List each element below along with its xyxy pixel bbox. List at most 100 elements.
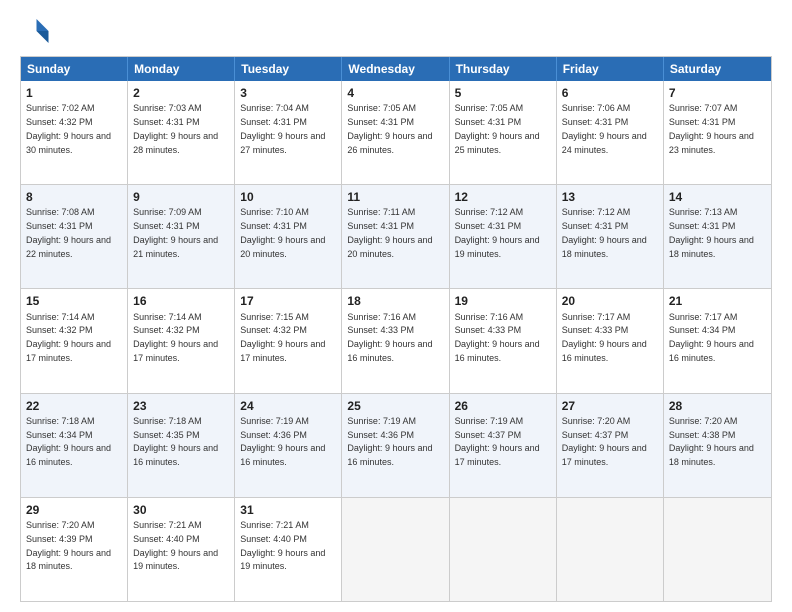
day-number: 31 — [240, 502, 336, 518]
day-info: Sunrise: 7:21 AMSunset: 4:40 PMDaylight:… — [133, 520, 218, 571]
day-number: 23 — [133, 398, 229, 414]
day-info: Sunrise: 7:08 AMSunset: 4:31 PMDaylight:… — [26, 207, 111, 258]
day-info: Sunrise: 7:18 AMSunset: 4:35 PMDaylight:… — [133, 416, 218, 467]
day-info: Sunrise: 7:20 AMSunset: 4:37 PMDaylight:… — [562, 416, 647, 467]
day-cell: 11Sunrise: 7:11 AMSunset: 4:31 PMDayligh… — [342, 185, 449, 288]
empty-cell — [664, 498, 771, 601]
day-number: 24 — [240, 398, 336, 414]
day-info: Sunrise: 7:04 AMSunset: 4:31 PMDaylight:… — [240, 103, 325, 154]
day-info: Sunrise: 7:16 AMSunset: 4:33 PMDaylight:… — [455, 312, 540, 363]
calendar-header: SundayMondayTuesdayWednesdayThursdayFrid… — [21, 57, 771, 81]
day-cell: 24 Sunrise: 7:19 AMSunset: 4:36 PMDayligh… — [235, 394, 342, 497]
day-number: 1 — [26, 85, 122, 101]
day-cell: 30 Sunrise: 7:21 AMSunset: 4:40 PMDayligh… — [128, 498, 235, 601]
weekday-header: Wednesday — [342, 57, 449, 81]
day-number: 10 — [240, 189, 336, 205]
day-cell: 5 Sunrise: 7:05 AMSunset: 4:31 PMDaylight… — [450, 81, 557, 184]
day-info: Sunrise: 7:12 AMSunset: 4:31 PMDaylight:… — [562, 207, 647, 258]
day-number: 17 — [240, 293, 336, 309]
weekday-header: Thursday — [450, 57, 557, 81]
day-info: Sunrise: 7:21 AMSunset: 4:40 PMDaylight:… — [240, 520, 325, 571]
calendar-row: 22Sunrise: 7:18 AMSunset: 4:34 PMDayligh… — [21, 393, 771, 497]
day-info: Sunrise: 7:11 AMSunset: 4:31 PMDaylight:… — [347, 207, 432, 258]
day-info: Sunrise: 7:12 AMSunset: 4:31 PMDaylight:… — [455, 207, 540, 258]
day-info: Sunrise: 7:03 AMSunset: 4:31 PMDaylight:… — [133, 103, 218, 154]
day-cell: 15Sunrise: 7:14 AMSunset: 4:32 PMDayligh… — [21, 289, 128, 392]
day-info: Sunrise: 7:19 AMSunset: 4:36 PMDaylight:… — [347, 416, 432, 467]
day-cell: 1 Sunrise: 7:02 AMSunset: 4:32 PMDaylight… — [21, 81, 128, 184]
day-number: 29 — [26, 502, 122, 518]
day-cell: 27 Sunrise: 7:20 AMSunset: 4:37 PMDayligh… — [557, 394, 664, 497]
day-cell: 28Sunrise: 7:20 AMSunset: 4:38 PMDayligh… — [664, 394, 771, 497]
day-cell: 22Sunrise: 7:18 AMSunset: 4:34 PMDayligh… — [21, 394, 128, 497]
weekday-header: Saturday — [664, 57, 771, 81]
day-number: 8 — [26, 189, 122, 205]
day-info: Sunrise: 7:13 AMSunset: 4:31 PMDaylight:… — [669, 207, 754, 258]
day-info: Sunrise: 7:10 AMSunset: 4:31 PMDaylight:… — [240, 207, 325, 258]
logo — [20, 16, 54, 46]
calendar-body: 1 Sunrise: 7:02 AMSunset: 4:32 PMDaylight… — [21, 81, 771, 601]
day-number: 25 — [347, 398, 443, 414]
day-cell: 12 Sunrise: 7:12 AMSunset: 4:31 PMDayligh… — [450, 185, 557, 288]
logo-icon — [20, 16, 50, 46]
day-number: 14 — [669, 189, 766, 205]
day-info: Sunrise: 7:19 AMSunset: 4:37 PMDaylight:… — [455, 416, 540, 467]
day-cell: 26 Sunrise: 7:19 AMSunset: 4:37 PMDayligh… — [450, 394, 557, 497]
day-number: 18 — [347, 293, 443, 309]
day-cell: 7Sunrise: 7:07 AMSunset: 4:31 PMDaylight… — [664, 81, 771, 184]
day-info: Sunrise: 7:15 AMSunset: 4:32 PMDaylight:… — [240, 312, 325, 363]
day-info: Sunrise: 7:20 AMSunset: 4:39 PMDaylight:… — [26, 520, 111, 571]
day-cell: 14 Sunrise: 7:13 AMSunset: 4:31 PMDayligh… — [664, 185, 771, 288]
day-cell: 18 Sunrise: 7:16 AMSunset: 4:33 PMDayligh… — [342, 289, 449, 392]
calendar-row: 15Sunrise: 7:14 AMSunset: 4:32 PMDayligh… — [21, 288, 771, 392]
header — [20, 16, 772, 46]
day-number: 19 — [455, 293, 551, 309]
empty-cell — [557, 498, 664, 601]
day-info: Sunrise: 7:06 AMSunset: 4:31 PMDaylight:… — [562, 103, 647, 154]
day-cell: 21 Sunrise: 7:17 AMSunset: 4:34 PMDayligh… — [664, 289, 771, 392]
day-info: Sunrise: 7:14 AMSunset: 4:32 PMDaylight:… — [26, 312, 111, 363]
calendar-row: 8 Sunrise: 7:08 AMSunset: 4:31 PMDaylight… — [21, 184, 771, 288]
day-number: 21 — [669, 293, 766, 309]
day-info: Sunrise: 7:02 AMSunset: 4:32 PMDaylight:… — [26, 103, 111, 154]
day-cell: 20Sunrise: 7:17 AMSunset: 4:33 PMDayligh… — [557, 289, 664, 392]
weekday-header: Sunday — [21, 57, 128, 81]
day-number: 27 — [562, 398, 658, 414]
day-number: 13 — [562, 189, 658, 205]
day-number: 6 — [562, 85, 658, 101]
day-info: Sunrise: 7:05 AMSunset: 4:31 PMDaylight:… — [455, 103, 540, 154]
day-number: 2 — [133, 85, 229, 101]
day-number: 5 — [455, 85, 551, 101]
calendar-row: 1 Sunrise: 7:02 AMSunset: 4:32 PMDaylight… — [21, 81, 771, 184]
day-info: Sunrise: 7:16 AMSunset: 4:33 PMDaylight:… — [347, 312, 432, 363]
weekday-header: Tuesday — [235, 57, 342, 81]
day-number: 9 — [133, 189, 229, 205]
day-cell: 19 Sunrise: 7:16 AMSunset: 4:33 PMDayligh… — [450, 289, 557, 392]
day-number: 26 — [455, 398, 551, 414]
day-cell: 16Sunrise: 7:14 AMSunset: 4:32 PMDayligh… — [128, 289, 235, 392]
weekday-header: Friday — [557, 57, 664, 81]
day-cell: 8 Sunrise: 7:08 AMSunset: 4:31 PMDaylight… — [21, 185, 128, 288]
day-info: Sunrise: 7:19 AMSunset: 4:36 PMDaylight:… — [240, 416, 325, 467]
day-number: 4 — [347, 85, 443, 101]
day-cell: 3Sunrise: 7:04 AMSunset: 4:31 PMDaylight… — [235, 81, 342, 184]
day-number: 12 — [455, 189, 551, 205]
day-cell: 13 Sunrise: 7:12 AMSunset: 4:31 PMDayligh… — [557, 185, 664, 288]
day-info: Sunrise: 7:17 AMSunset: 4:34 PMDaylight:… — [669, 312, 754, 363]
calendar-row: 29 Sunrise: 7:20 AMSunset: 4:39 PMDayligh… — [21, 497, 771, 601]
day-info: Sunrise: 7:18 AMSunset: 4:34 PMDaylight:… — [26, 416, 111, 467]
calendar: SundayMondayTuesdayWednesdayThursdayFrid… — [20, 56, 772, 602]
day-cell: 23 Sunrise: 7:18 AMSunset: 4:35 PMDayligh… — [128, 394, 235, 497]
empty-cell — [450, 498, 557, 601]
day-number: 16 — [133, 293, 229, 309]
day-cell: 4 Sunrise: 7:05 AMSunset: 4:31 PMDaylight… — [342, 81, 449, 184]
day-number: 30 — [133, 502, 229, 518]
day-cell: 6 Sunrise: 7:06 AMSunset: 4:31 PMDaylight… — [557, 81, 664, 184]
day-info: Sunrise: 7:05 AMSunset: 4:31 PMDaylight:… — [347, 103, 432, 154]
day-info: Sunrise: 7:07 AMSunset: 4:31 PMDaylight:… — [669, 103, 754, 154]
day-cell: 25 Sunrise: 7:19 AMSunset: 4:36 PMDayligh… — [342, 394, 449, 497]
day-info: Sunrise: 7:17 AMSunset: 4:33 PMDaylight:… — [562, 312, 647, 363]
day-cell: 29 Sunrise: 7:20 AMSunset: 4:39 PMDayligh… — [21, 498, 128, 601]
day-cell: 9 Sunrise: 7:09 AMSunset: 4:31 PMDaylight… — [128, 185, 235, 288]
day-info: Sunrise: 7:09 AMSunset: 4:31 PMDaylight:… — [133, 207, 218, 258]
